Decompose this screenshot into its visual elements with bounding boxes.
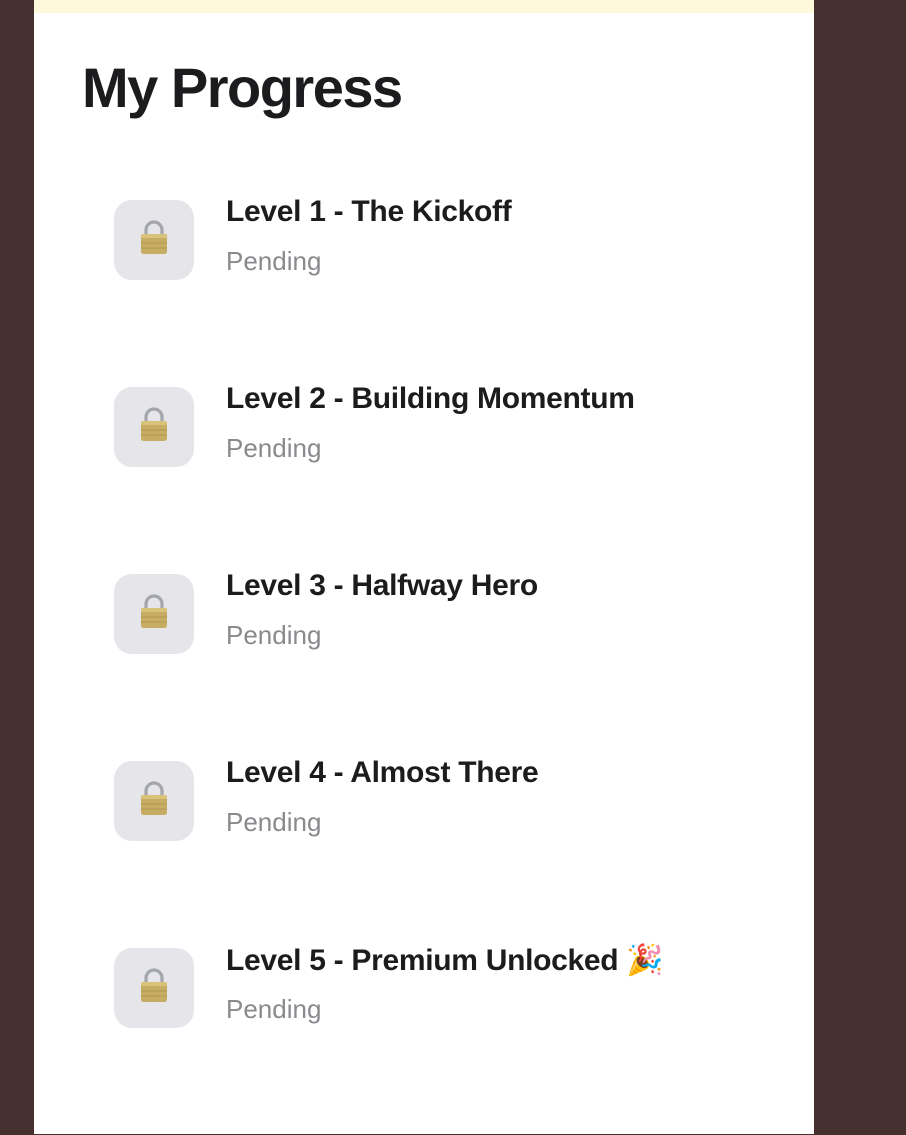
level-item-1[interactable]: Level 1 - The Kickoff Pending: [114, 195, 794, 280]
level-title: Level 5 - Premium Unlocked 🎉: [226, 944, 664, 977]
progress-panel: My Progress Level 1 - The Kickoff Pendin…: [34, 0, 814, 1134]
lock-icon: [114, 948, 194, 1028]
page-title: My Progress: [82, 56, 403, 119]
top-banner-strip: [34, 0, 814, 13]
level-status: Pending: [226, 620, 322, 650]
level-status: Pending: [226, 433, 322, 463]
level-status: Pending: [226, 246, 322, 276]
level-title: Level 4 - Almost There: [226, 756, 539, 789]
level-list: Level 1 - The Kickoff Pending Level 2 - …: [114, 195, 794, 1135]
level-title: Level 2 - Building Momentum: [226, 382, 635, 415]
level-status: Pending: [226, 807, 322, 837]
level-item-5[interactable]: Level 5 - Premium Unlocked 🎉 Pending: [114, 944, 794, 1028]
lock-icon: [114, 761, 194, 841]
level-title: Level 1 - The Kickoff: [226, 195, 512, 228]
level-status: Pending: [226, 994, 322, 1024]
level-title: Level 3 - Halfway Hero: [226, 569, 538, 602]
level-item-2[interactable]: Level 2 - Building Momentum Pending: [114, 382, 794, 467]
level-item-4[interactable]: Level 4 - Almost There Pending: [114, 756, 794, 841]
lock-icon: [114, 200, 194, 280]
lock-icon: [114, 387, 194, 467]
lock-icon: [114, 574, 194, 654]
level-item-3[interactable]: Level 3 - Halfway Hero Pending: [114, 569, 794, 654]
